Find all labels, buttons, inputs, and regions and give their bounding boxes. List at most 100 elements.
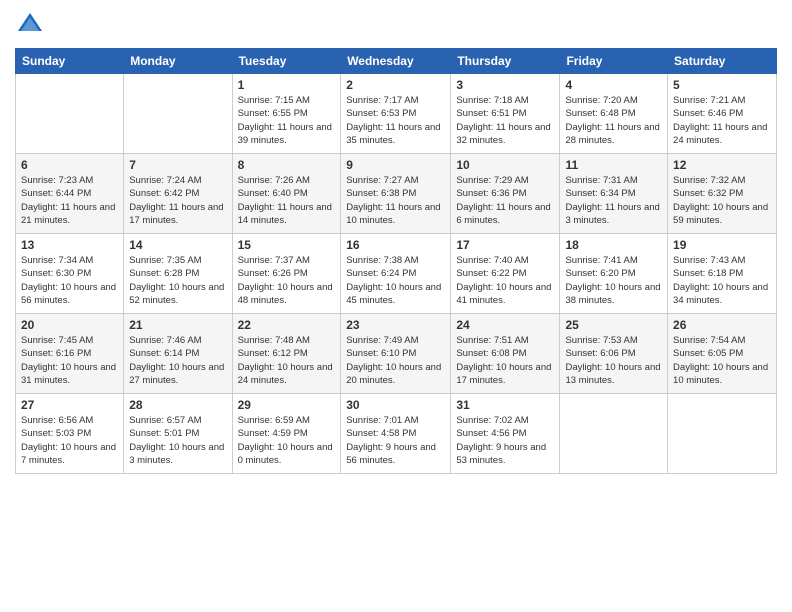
week-row-3: 13 Sunrise: 7:34 AM Sunset: 6:30 PM Dayli… xyxy=(16,234,777,314)
day-info: Sunrise: 7:24 AM Sunset: 6:42 PM Dayligh… xyxy=(129,174,226,227)
day-number: 17 xyxy=(456,238,554,252)
day-number: 23 xyxy=(346,318,445,332)
day-number: 20 xyxy=(21,318,118,332)
logo xyxy=(15,10,49,40)
day-info: Sunrise: 7:51 AM Sunset: 6:08 PM Dayligh… xyxy=(456,334,554,387)
day-number: 28 xyxy=(129,398,226,412)
day-cell: 20 Sunrise: 7:45 AM Sunset: 6:16 PM Dayli… xyxy=(16,314,124,394)
day-number: 30 xyxy=(346,398,445,412)
weekday-header-tuesday: Tuesday xyxy=(232,49,341,74)
day-cell: 23 Sunrise: 7:49 AM Sunset: 6:10 PM Dayli… xyxy=(341,314,451,394)
day-info: Sunrise: 7:17 AM Sunset: 6:53 PM Dayligh… xyxy=(346,94,445,147)
day-cell xyxy=(16,74,124,154)
day-info: Sunrise: 7:26 AM Sunset: 6:40 PM Dayligh… xyxy=(238,174,336,227)
day-cell: 9 Sunrise: 7:27 AM Sunset: 6:38 PM Daylig… xyxy=(341,154,451,234)
day-info: Sunrise: 6:57 AM Sunset: 5:01 PM Dayligh… xyxy=(129,414,226,467)
day-info: Sunrise: 7:48 AM Sunset: 6:12 PM Dayligh… xyxy=(238,334,336,387)
day-cell: 16 Sunrise: 7:38 AM Sunset: 6:24 PM Dayli… xyxy=(341,234,451,314)
day-cell: 22 Sunrise: 7:48 AM Sunset: 6:12 PM Dayli… xyxy=(232,314,341,394)
day-info: Sunrise: 7:29 AM Sunset: 6:36 PM Dayligh… xyxy=(456,174,554,227)
weekday-header-monday: Monday xyxy=(124,49,232,74)
day-number: 22 xyxy=(238,318,336,332)
day-number: 10 xyxy=(456,158,554,172)
day-info: Sunrise: 7:31 AM Sunset: 6:34 PM Dayligh… xyxy=(565,174,662,227)
week-row-1: 1Sunrise: 7:15 AM Sunset: 6:55 PM Daylig… xyxy=(16,74,777,154)
weekday-header-saturday: Saturday xyxy=(668,49,777,74)
day-number: 25 xyxy=(565,318,662,332)
day-info: Sunrise: 7:53 AM Sunset: 6:06 PM Dayligh… xyxy=(565,334,662,387)
day-info: Sunrise: 7:01 AM Sunset: 4:58 PM Dayligh… xyxy=(346,414,445,467)
day-cell: 19 Sunrise: 7:43 AM Sunset: 6:18 PM Dayli… xyxy=(668,234,777,314)
day-cell: 21 Sunrise: 7:46 AM Sunset: 6:14 PM Dayli… xyxy=(124,314,232,394)
day-info: Sunrise: 7:27 AM Sunset: 6:38 PM Dayligh… xyxy=(346,174,445,227)
day-cell: 12Sunrise: 7:32 AM Sunset: 6:32 PM Dayli… xyxy=(668,154,777,234)
day-info: Sunrise: 7:18 AM Sunset: 6:51 PM Dayligh… xyxy=(456,94,554,147)
day-cell: 26 Sunrise: 7:54 AM Sunset: 6:05 PM Dayli… xyxy=(668,314,777,394)
day-cell xyxy=(560,394,668,474)
day-info: Sunrise: 7:35 AM Sunset: 6:28 PM Dayligh… xyxy=(129,254,226,307)
day-number: 26 xyxy=(673,318,771,332)
day-info: Sunrise: 7:21 AM Sunset: 6:46 PM Dayligh… xyxy=(673,94,771,147)
weekday-header-friday: Friday xyxy=(560,49,668,74)
day-number: 2 xyxy=(346,78,445,92)
weekday-header-row: SundayMondayTuesdayWednesdayThursdayFrid… xyxy=(16,49,777,74)
day-cell: 31 Sunrise: 7:02 AM Sunset: 4:56 PM Dayli… xyxy=(451,394,560,474)
week-row-2: 6Sunrise: 7:23 AM Sunset: 6:44 PM Daylig… xyxy=(16,154,777,234)
day-info: Sunrise: 7:34 AM Sunset: 6:30 PM Dayligh… xyxy=(21,254,118,307)
day-number: 18 xyxy=(565,238,662,252)
logo-icon xyxy=(15,10,45,40)
day-cell: 24 Sunrise: 7:51 AM Sunset: 6:08 PM Dayli… xyxy=(451,314,560,394)
day-info: Sunrise: 7:46 AM Sunset: 6:14 PM Dayligh… xyxy=(129,334,226,387)
day-cell: 11 Sunrise: 7:31 AM Sunset: 6:34 PM Dayli… xyxy=(560,154,668,234)
day-cell: 17 Sunrise: 7:40 AM Sunset: 6:22 PM Dayli… xyxy=(451,234,560,314)
calendar-page: SundayMondayTuesdayWednesdayThursdayFrid… xyxy=(0,0,792,612)
day-cell: 10 Sunrise: 7:29 AM Sunset: 6:36 PM Dayli… xyxy=(451,154,560,234)
day-number: 14 xyxy=(129,238,226,252)
day-cell: 28 Sunrise: 6:57 AM Sunset: 5:01 PM Dayli… xyxy=(124,394,232,474)
day-info: Sunrise: 7:54 AM Sunset: 6:05 PM Dayligh… xyxy=(673,334,771,387)
day-cell: 29 Sunrise: 6:59 AM Sunset: 4:59 PM Dayli… xyxy=(232,394,341,474)
day-number: 31 xyxy=(456,398,554,412)
day-number: 19 xyxy=(673,238,771,252)
day-number: 12 xyxy=(673,158,771,172)
day-number: 13 xyxy=(21,238,118,252)
day-info: Sunrise: 7:02 AM Sunset: 4:56 PM Dayligh… xyxy=(456,414,554,467)
day-number: 27 xyxy=(21,398,118,412)
day-cell: 18 Sunrise: 7:41 AM Sunset: 6:20 PM Dayli… xyxy=(560,234,668,314)
day-number: 3 xyxy=(456,78,554,92)
day-number: 9 xyxy=(346,158,445,172)
day-info: Sunrise: 7:40 AM Sunset: 6:22 PM Dayligh… xyxy=(456,254,554,307)
day-info: Sunrise: 7:43 AM Sunset: 6:18 PM Dayligh… xyxy=(673,254,771,307)
day-cell: 13 Sunrise: 7:34 AM Sunset: 6:30 PM Dayli… xyxy=(16,234,124,314)
day-number: 8 xyxy=(238,158,336,172)
day-number: 11 xyxy=(565,158,662,172)
day-number: 1 xyxy=(238,78,336,92)
weekday-header-sunday: Sunday xyxy=(16,49,124,74)
day-cell: 2 Sunrise: 7:17 AM Sunset: 6:53 PM Daylig… xyxy=(341,74,451,154)
day-number: 29 xyxy=(238,398,336,412)
day-info: Sunrise: 6:59 AM Sunset: 4:59 PM Dayligh… xyxy=(238,414,336,467)
day-number: 7 xyxy=(129,158,226,172)
day-info: Sunrise: 7:38 AM Sunset: 6:24 PM Dayligh… xyxy=(346,254,445,307)
day-info: Sunrise: 7:20 AM Sunset: 6:48 PM Dayligh… xyxy=(565,94,662,147)
week-row-4: 20 Sunrise: 7:45 AM Sunset: 6:16 PM Dayli… xyxy=(16,314,777,394)
day-cell: 5 Sunrise: 7:21 AM Sunset: 6:46 PM Daylig… xyxy=(668,74,777,154)
day-info: Sunrise: 7:45 AM Sunset: 6:16 PM Dayligh… xyxy=(21,334,118,387)
day-number: 16 xyxy=(346,238,445,252)
day-cell: 25 Sunrise: 7:53 AM Sunset: 6:06 PM Dayli… xyxy=(560,314,668,394)
day-info: Sunrise: 6:56 AM Sunset: 5:03 PM Dayligh… xyxy=(21,414,118,467)
day-cell: 3 Sunrise: 7:18 AM Sunset: 6:51 PM Daylig… xyxy=(451,74,560,154)
day-number: 5 xyxy=(673,78,771,92)
day-number: 4 xyxy=(565,78,662,92)
day-number: 15 xyxy=(238,238,336,252)
day-cell: 15Sunrise: 7:37 AM Sunset: 6:26 PM Dayli… xyxy=(232,234,341,314)
weekday-header-wednesday: Wednesday xyxy=(341,49,451,74)
day-number: 6 xyxy=(21,158,118,172)
day-cell: 1Sunrise: 7:15 AM Sunset: 6:55 PM Daylig… xyxy=(232,74,341,154)
day-info: Sunrise: 7:41 AM Sunset: 6:20 PM Dayligh… xyxy=(565,254,662,307)
day-cell: 30 Sunrise: 7:01 AM Sunset: 4:58 PM Dayli… xyxy=(341,394,451,474)
day-cell: 4 Sunrise: 7:20 AM Sunset: 6:48 PM Daylig… xyxy=(560,74,668,154)
day-number: 24 xyxy=(456,318,554,332)
day-info: Sunrise: 7:49 AM Sunset: 6:10 PM Dayligh… xyxy=(346,334,445,387)
day-number: 21 xyxy=(129,318,226,332)
